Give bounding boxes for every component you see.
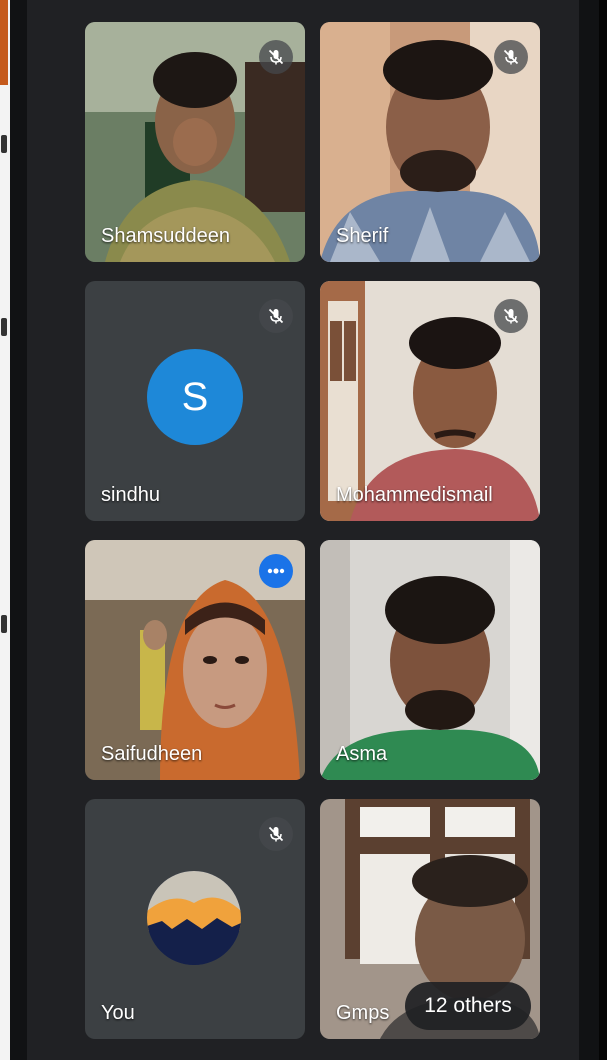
participant-name: Asma bbox=[336, 743, 388, 765]
participant-name: sindhu bbox=[101, 484, 160, 506]
audio-dots-icon bbox=[259, 554, 293, 588]
left-edge-mark bbox=[1, 615, 7, 633]
participant-tile-sindhu[interactable]: S sindhu bbox=[85, 281, 305, 521]
participant-name: Gmps bbox=[336, 1002, 390, 1024]
mic-off-icon bbox=[259, 299, 293, 333]
participant-tile-mohammedismail[interactable]: Mohammedismail bbox=[320, 281, 540, 521]
avatar bbox=[147, 871, 241, 965]
participant-tile-you[interactable]: You bbox=[85, 799, 305, 1039]
participant-name: Saifudheen bbox=[101, 743, 203, 765]
participant-tile-shamsuddeen[interactable]: Shamsuddeen bbox=[85, 22, 305, 262]
others-count-button[interactable]: 12 others bbox=[405, 982, 531, 1030]
participant-name: Mohammedismail bbox=[336, 484, 493, 506]
participant-name: Shamsuddeen bbox=[101, 225, 230, 247]
participant-tile-sherif[interactable]: Sherif bbox=[320, 22, 540, 262]
right-edge bbox=[599, 0, 607, 1060]
left-edge-accent bbox=[0, 0, 8, 85]
participant-tile-saifudheen[interactable]: Saifudheen bbox=[85, 540, 305, 780]
participant-tile-asma[interactable]: Asma bbox=[320, 540, 540, 780]
left-edge-mark bbox=[1, 135, 7, 153]
left-edge-mark bbox=[1, 318, 7, 336]
avatar: S bbox=[147, 349, 243, 445]
participant-name: Sherif bbox=[336, 225, 389, 247]
mic-off-icon bbox=[259, 40, 293, 74]
screen: 53 Shamsuddeen bbox=[0, 0, 607, 1060]
left-edge bbox=[0, 0, 10, 1060]
mic-off-icon bbox=[494, 299, 528, 333]
participant-name: You bbox=[101, 1002, 135, 1024]
mic-off-icon bbox=[494, 40, 528, 74]
mic-off-icon bbox=[259, 817, 293, 851]
